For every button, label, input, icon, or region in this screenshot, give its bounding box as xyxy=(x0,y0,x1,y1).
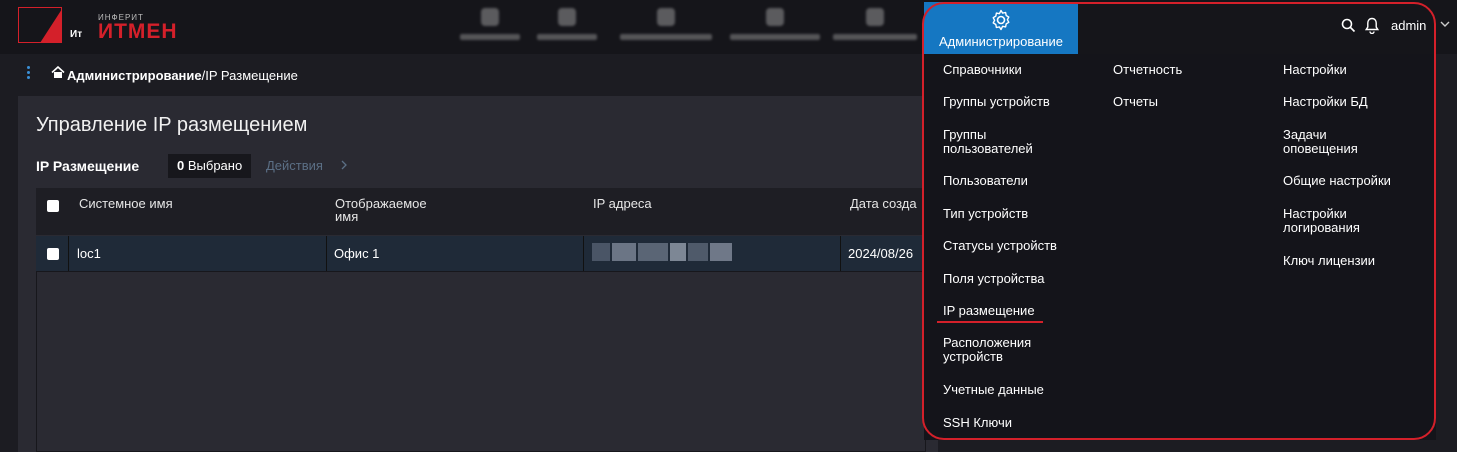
nav-icon xyxy=(481,8,499,26)
breadcrumb-root[interactable]: Администрирование xyxy=(67,68,202,83)
actions-button[interactable]: Действия xyxy=(266,158,323,173)
chevron-right-icon[interactable] xyxy=(340,160,348,170)
home-icon[interactable] xyxy=(51,66,65,79)
cell-date-created: 2024/08/26 xyxy=(848,246,914,261)
selected-count-badge: 0 Выбрано xyxy=(168,154,252,178)
breadcrumb-current: /IP Размещение xyxy=(201,68,298,83)
selected-count: 0 xyxy=(177,158,185,173)
nav-item-2[interactable] xyxy=(537,8,597,48)
table-header: Системное имя Отображаемое имя IP адреса … xyxy=(36,188,926,235)
logo-name: ИТМЕН xyxy=(98,20,178,43)
page-title: Управление IP размещением xyxy=(36,114,308,136)
cell-system-name: loc1 xyxy=(77,246,101,261)
logo[interactable]: Ит ИНФЕРИТ ИТМЕН xyxy=(18,7,193,45)
nav-item-5[interactable] xyxy=(833,8,917,48)
nav-icon xyxy=(558,8,576,26)
column-header-ip-addresses[interactable]: IP адреса xyxy=(593,197,652,210)
nav-icon xyxy=(766,8,784,26)
selected-label: Выбрано xyxy=(187,158,243,173)
cell-display-name: Офис 1 xyxy=(334,246,380,261)
section-label: IP Размещение xyxy=(36,158,140,174)
logo-mark-text: Ит xyxy=(70,29,83,40)
nav-item-4[interactable] xyxy=(730,8,820,48)
column-header-date-created[interactable]: Дата созда xyxy=(850,197,917,210)
row-checkbox[interactable] xyxy=(47,248,59,260)
cell-ip-redacted xyxy=(592,243,752,263)
nav-item-1[interactable] xyxy=(460,8,520,48)
breadcrumb: Администрирование/IP Размещение xyxy=(67,68,298,83)
chevron-down-icon[interactable] xyxy=(1440,20,1450,28)
highlight-annotation xyxy=(922,2,1436,440)
nav-icon xyxy=(657,8,675,26)
column-header-system-name[interactable]: Системное имя xyxy=(79,197,173,210)
table-body xyxy=(36,271,926,452)
column-header-display-name[interactable]: Отображаемое имя xyxy=(335,197,427,223)
select-all-checkbox[interactable] xyxy=(47,200,59,212)
kebab-menu-icon[interactable] xyxy=(27,66,31,81)
nav-item-3[interactable] xyxy=(620,8,712,48)
table-row[interactable]: loc1 Офис 1 2024/08/26 xyxy=(36,236,926,271)
nav-icon xyxy=(866,8,884,26)
